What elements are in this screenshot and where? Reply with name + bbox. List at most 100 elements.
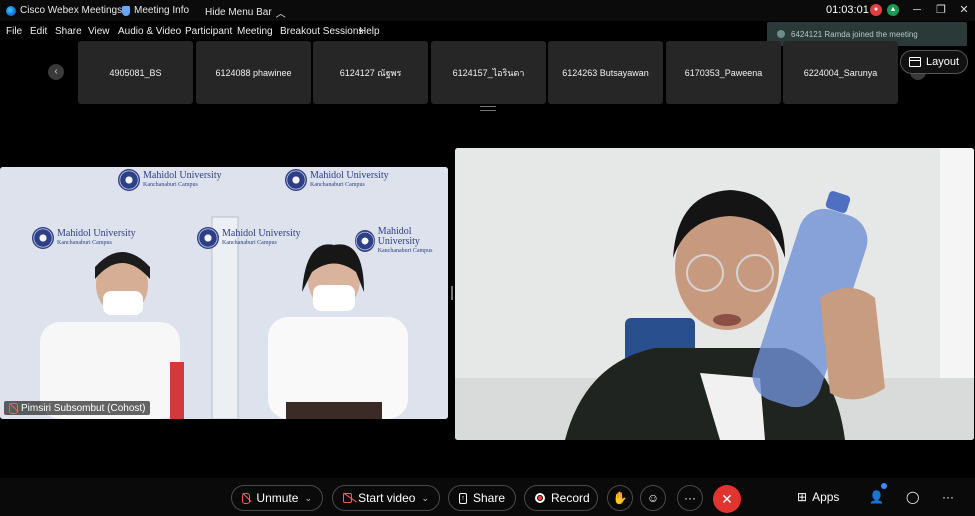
share-label: Share [472, 491, 505, 505]
chevron-left-icon: ‹ [54, 66, 58, 77]
participant-name: 6124263 Butsayawan [562, 67, 649, 78]
menu-audio-video[interactable]: Audio & Video [118, 26, 181, 37]
share-button[interactable]: ↑ Share [448, 485, 516, 511]
participant-name-tag: Pimsiri Subsombut (Cohost) [4, 401, 151, 415]
layout-label: Layout [925, 56, 960, 68]
start-video-button[interactable]: Start video ⌄ [332, 485, 440, 511]
video-stage-left[interactable]: Mahidol University Kanchanaburi Campus Ma… [0, 167, 448, 419]
layout-icon [908, 57, 921, 67]
chevron-down-icon[interactable]: ⌄ [304, 493, 312, 504]
unmute-button[interactable]: Unmute ⌄ [231, 485, 323, 511]
webex-logo-icon [6, 5, 16, 16]
chevron-down-icon[interactable]: ⌄ [421, 493, 429, 504]
menu-participant[interactable]: Participant [185, 26, 232, 37]
participant-name: 6124088 phawinee [215, 67, 292, 78]
menu-meeting[interactable]: Meeting [237, 26, 273, 37]
participant-tile[interactable]: 6124127 ณัฐพร [313, 41, 428, 104]
banner-university: Mahidol University [310, 170, 389, 181]
banner-campus: Kanchanaburi Campus [57, 240, 112, 246]
ellipsis-icon: ··· [684, 491, 696, 505]
meeting-timer: 01:03:01 [826, 4, 869, 16]
banner-logo: Mahidol University Kanchanaburi Campus [32, 227, 136, 249]
menu-view[interactable]: View [88, 26, 110, 37]
video-stage-right[interactable] [455, 148, 974, 440]
participant-name: 6124157_ไอรินดา [452, 67, 525, 78]
banner-campus: Kanchanaburi Campus [310, 182, 365, 188]
apps-button[interactable]: ⊞ Apps [797, 490, 839, 504]
layout-button[interactable]: Layout [900, 50, 968, 74]
participant-tile[interactable]: 6124088 phawinee [196, 41, 311, 104]
raise-hand-button[interactable]: ✋ [607, 485, 633, 511]
minimize-button[interactable]: ─ [906, 2, 928, 18]
meeting-controls-bar: Unmute ⌄ Start video ⌄ ↑ Share Record ✋ … [0, 478, 975, 516]
banner-campus: Kanchanaburi Campus [377, 248, 433, 254]
meeting-info-button[interactable]: Meeting Info [122, 5, 189, 16]
menu-share[interactable]: Share [55, 26, 82, 37]
banner-university: Mahidol University [222, 228, 301, 239]
participant-tile[interactable]: 4905081_BS [78, 41, 193, 104]
filmstrip-resize-handle[interactable] [480, 106, 496, 111]
smiley-icon: ☺ [646, 491, 660, 505]
banner-logo: Mahidol University Kanchanaburi Campus [285, 169, 389, 191]
meeting-info-label: Meeting Info [134, 5, 190, 16]
participant-icon [777, 30, 785, 38]
participant-tile[interactable]: 6224004_Sarunya [783, 41, 898, 104]
recording-indicator-icon: ● [870, 4, 882, 16]
hide-menu-label: Hide Menu Bar [205, 7, 272, 18]
app-title: Cisco Webex Meetings [6, 5, 122, 16]
start-video-label: Start video [358, 491, 416, 505]
share-screen-icon: ↑ [459, 492, 467, 504]
banner-university: Mahidol University [377, 226, 420, 247]
participant-name: 6170353_Paweena [684, 67, 763, 78]
apps-label: Apps [812, 490, 840, 504]
banner-logo: Mahidol University Kanchanaburi Campus [355, 227, 448, 255]
ellipsis-icon: ··· [942, 490, 954, 504]
camera-off-icon [343, 493, 353, 503]
participant-tile[interactable]: 6124263 Butsayawan [548, 41, 663, 104]
banner-university: Mahidol University [143, 170, 222, 181]
video-scene-left [0, 167, 448, 419]
connection-status-icon: ▲ [887, 4, 899, 16]
participant-tile[interactable]: 6124157_ไอรินดา [431, 41, 546, 104]
banner-logo: Mahidol University Kanchanaburi Campus [197, 227, 301, 249]
name-tag-text: Pimsiri Subsombut (Cohost) [21, 402, 146, 414]
apps-grid-icon: ⊞ [797, 490, 808, 504]
more-options-button[interactable]: ··· [677, 485, 703, 511]
participant-name: 6224004_Sarunya [803, 67, 878, 78]
university-seal-icon [197, 227, 219, 249]
menu-file[interactable]: File [6, 26, 22, 37]
menu-breakout-sessions[interactable]: Breakout Sessions [280, 26, 363, 37]
notification-dot-icon [881, 483, 887, 489]
notification-text: 6424121 Ramda joined the meeting [791, 29, 918, 39]
university-seal-icon [355, 230, 375, 252]
participants-button[interactable]: 👤 [869, 483, 887, 504]
hand-icon: ✋ [612, 491, 628, 505]
filmstrip-prev-button[interactable]: ‹ [48, 64, 64, 80]
university-seal-icon [118, 169, 140, 191]
chevron-up-icon: ︿ [275, 9, 286, 20]
banner-logo: Mahidol University Kanchanaburi Campus [118, 169, 222, 191]
mic-muted-icon [9, 402, 18, 414]
record-icon [535, 493, 545, 503]
hide-menu-bar-button[interactable]: Hide Menu Bar ︿ [205, 5, 286, 20]
university-seal-icon [285, 169, 307, 191]
menu-help[interactable]: Help [359, 26, 380, 37]
banner-campus: Kanchanaburi Campus [143, 182, 198, 188]
banner-campus: Kanchanaburi Campus [222, 240, 277, 246]
close-window-button[interactable]: ✕ [953, 2, 975, 18]
chat-button[interactable]: ◯ [906, 490, 919, 504]
more-panels-button[interactable]: ··· [942, 490, 954, 504]
leave-meeting-button[interactable]: ✕ [713, 485, 741, 513]
split-resize-handle[interactable] [451, 286, 453, 300]
title-bar: Cisco Webex Meetings Meeting Info Hide M… [0, 0, 975, 21]
menu-edit[interactable]: Edit [30, 26, 47, 37]
participant-tile[interactable]: 6170353_Paweena [666, 41, 781, 104]
app-name: Cisco Webex Meetings [20, 5, 123, 16]
reactions-button[interactable]: ☺ [640, 485, 666, 511]
microphone-muted-icon [242, 492, 251, 504]
chat-bubble-icon: ◯ [906, 490, 920, 504]
banner-university: Mahidol University [57, 228, 136, 239]
shield-icon [122, 5, 130, 16]
restore-button[interactable]: ❐ [930, 2, 952, 18]
record-button[interactable]: Record [524, 485, 598, 511]
